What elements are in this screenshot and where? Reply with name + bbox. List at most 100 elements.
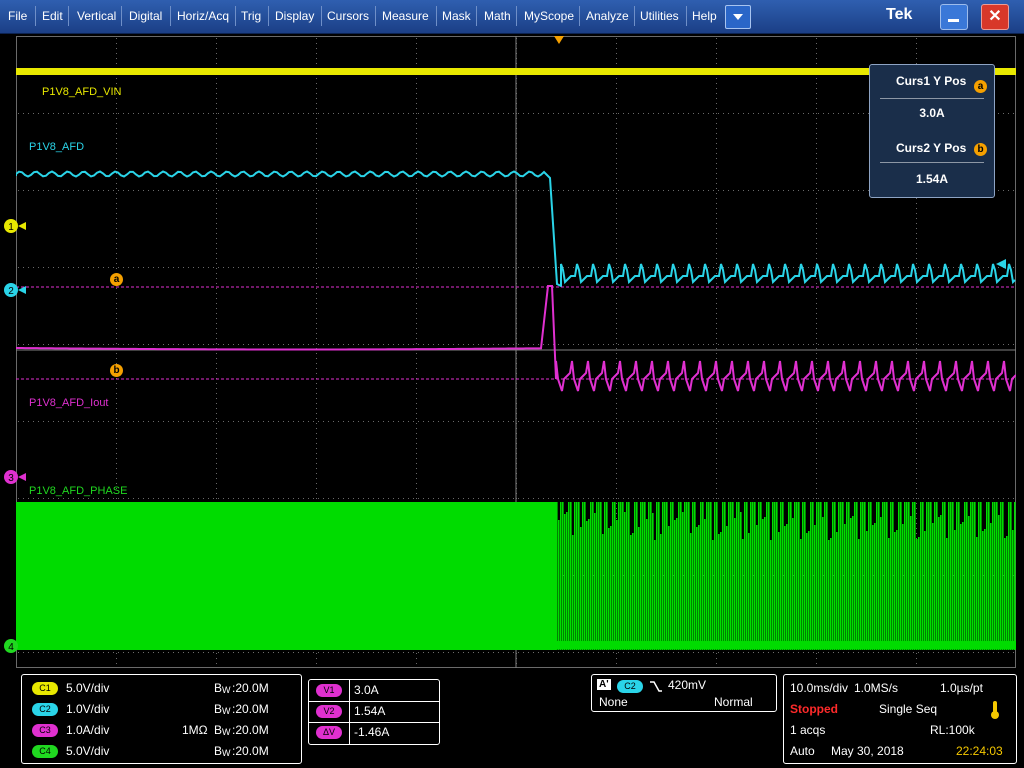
c1-badge[interactable]: C1 [32,682,58,695]
trigger-source-channel: C2 [617,680,643,693]
menu-help[interactable]: Help [688,0,721,32]
ch3-marker[interactable]: 3 [0,466,32,488]
menu-separator [375,6,376,26]
menu-cursors[interactable]: Cursors [323,0,373,32]
record-length: RL:100k [930,723,975,737]
ch4-marker[interactable]: 4 [0,635,32,657]
v1-value: 3.0A [354,683,379,697]
thermometer-icon [991,701,999,719]
timebase: 10.0ms/div [790,681,849,695]
sample-rate: 1.0MS/s [854,681,899,695]
v2-badge: V2 [316,705,342,718]
ch4-waveform-right [556,502,1016,650]
c1-scale: 5.0V/div [66,681,110,695]
menu-trig[interactable]: Trig [237,0,265,32]
trigger-source-a: A' [597,679,611,690]
menu-separator [634,6,635,26]
c4-bw-sub: W [222,748,231,758]
acquisition-readout-panel[interactable]: 10.0ms/div 1.0MS/s 1.0µs/pt Stopped Sing… [783,674,1017,764]
acq-date: May 30, 2018 [831,744,904,758]
menu-separator [35,6,36,26]
trigger-run-mode: Auto [790,744,815,758]
ch2-marker-label: 2 [8,286,14,297]
v1-badge: V1 [316,684,342,697]
divider [880,162,984,163]
menu-file[interactable]: File [4,0,31,32]
curs2-label: Curs2 Y Pos [896,141,967,155]
curs1-value: 3.0A [919,106,945,120]
acq-time: 22:24:03 [956,744,1003,758]
ch4-marker-label: 4 [8,642,14,653]
menu-separator [686,6,687,26]
falling-edge-icon [650,681,662,692]
divider [309,701,439,702]
c2-badge[interactable]: C2 [32,703,58,716]
cursor-b-marker[interactable]: b [110,364,123,377]
c2-bw-sub: W [222,706,231,716]
menu-separator [436,6,437,26]
ch1-marker[interactable]: 1 [0,215,32,237]
c3-bw-prefix: B [214,723,223,737]
c4-badge[interactable]: C4 [32,745,58,758]
c1-bw: :20.0M [232,681,269,695]
ch2-marker[interactable]: 2 [0,279,32,301]
minimize-button[interactable] [940,4,968,30]
divider [349,680,350,744]
menu-utilities[interactable]: Utilities [636,0,683,32]
menu-math[interactable]: Math [480,0,515,32]
ch1-label: P1V8_AFD_VIN [42,86,122,98]
menu-bar: File Edit Vertical Digital Horiz/Acq Tri… [0,0,1024,34]
close-button[interactable]: ✕ [981,4,1009,30]
menu-separator [476,6,477,26]
resolution: 1.0µs/pt [940,681,983,695]
curs1-label: Curs1 Y Pos [896,74,967,88]
menu-mask[interactable]: Mask [438,0,475,32]
divider [309,722,439,723]
curs2-value: 1.54A [915,172,949,186]
ch1-waveform [16,68,1016,75]
menu-measure[interactable]: Measure [378,0,433,32]
c4-scale: 5.0V/div [66,744,110,758]
c3-bw-sub: W [222,727,231,737]
ch2-label: P1V8_AFD [29,141,85,153]
c3-impedance: 1MΩ [182,723,208,737]
menu-dropdown-button[interactable] [725,5,751,29]
divider [880,98,984,99]
c3-badge[interactable]: C3 [32,724,58,737]
menu-separator [121,6,122,26]
menu-analyze[interactable]: Analyze [582,0,633,32]
menu-digital[interactable]: Digital [125,0,166,32]
menu-separator [170,6,171,26]
c4-bw-prefix: B [214,744,223,758]
ch4-label: P1V8_AFD_PHASE [29,485,128,497]
ch4-baseline [16,641,1016,649]
c3-scale: 1.0A/div [66,723,110,737]
cursor-readout-table[interactable]: V1 3.0A V2 1.54A ΔV -1.46A [308,679,440,745]
menu-horiz-acq[interactable]: Horiz/Acq [173,0,233,32]
trigger-readout-panel[interactable]: A' C2 420mV None Normal [591,674,777,712]
ch4-waveform-left [16,502,556,650]
c1-bw-sub: W [222,685,231,695]
curs2-badge: b [974,143,987,156]
cursor-a-marker[interactable]: a [110,273,123,286]
trigger-mode: Normal [714,695,753,709]
c2-scale: 1.0V/div [66,702,110,716]
waveform-display[interactable] [16,36,1016,668]
readout-bar: C1 5.0V/div B W:20.0M C2 1.0V/div B W:20.0… [0,668,1024,768]
menu-display[interactable]: Display [271,0,318,32]
chevron-down-icon [733,14,743,20]
trigger-level: 420mV [668,678,707,692]
menu-vertical[interactable]: Vertical [73,0,120,32]
c1-bw-prefix: B [214,681,223,695]
menu-edit[interactable]: Edit [38,0,67,32]
menu-myscope[interactable]: MyScope [520,0,578,32]
curs1-badge: a [974,80,987,93]
ch1-marker-label: 1 [8,222,14,233]
acq-count: 1 acqs [790,723,826,737]
trigger-position-icon[interactable] [554,36,564,44]
channel-readout-panel[interactable]: C1 5.0V/div B W:20.0M C2 1.0V/div B W:20.0… [21,674,302,764]
c2-bw-prefix: B [214,702,223,716]
c2-bw: :20.0M [232,702,269,716]
acq-sequence: Single Seq [879,702,938,716]
menu-separator [321,6,322,26]
